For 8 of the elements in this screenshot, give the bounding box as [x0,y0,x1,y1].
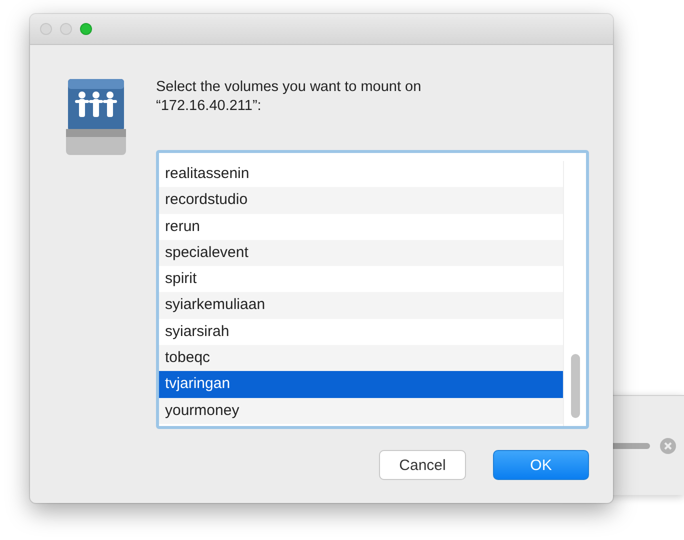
prompt-text: Select the volumes you want to mount on “172.16.40.211”: [156,78,422,116]
volume-item[interactable]: tvjaringan [159,371,563,398]
volume-item[interactable]: tobeqc [159,345,563,372]
volume-item[interactable]: recordstudio [159,187,563,214]
volume-item[interactable]: syiarkemuliaan [159,292,563,319]
volume-item[interactable]: specialevent [159,240,563,266]
cancel-button[interactable]: Cancel [379,450,466,480]
volume-item[interactable]: yourmoney [159,398,563,424]
